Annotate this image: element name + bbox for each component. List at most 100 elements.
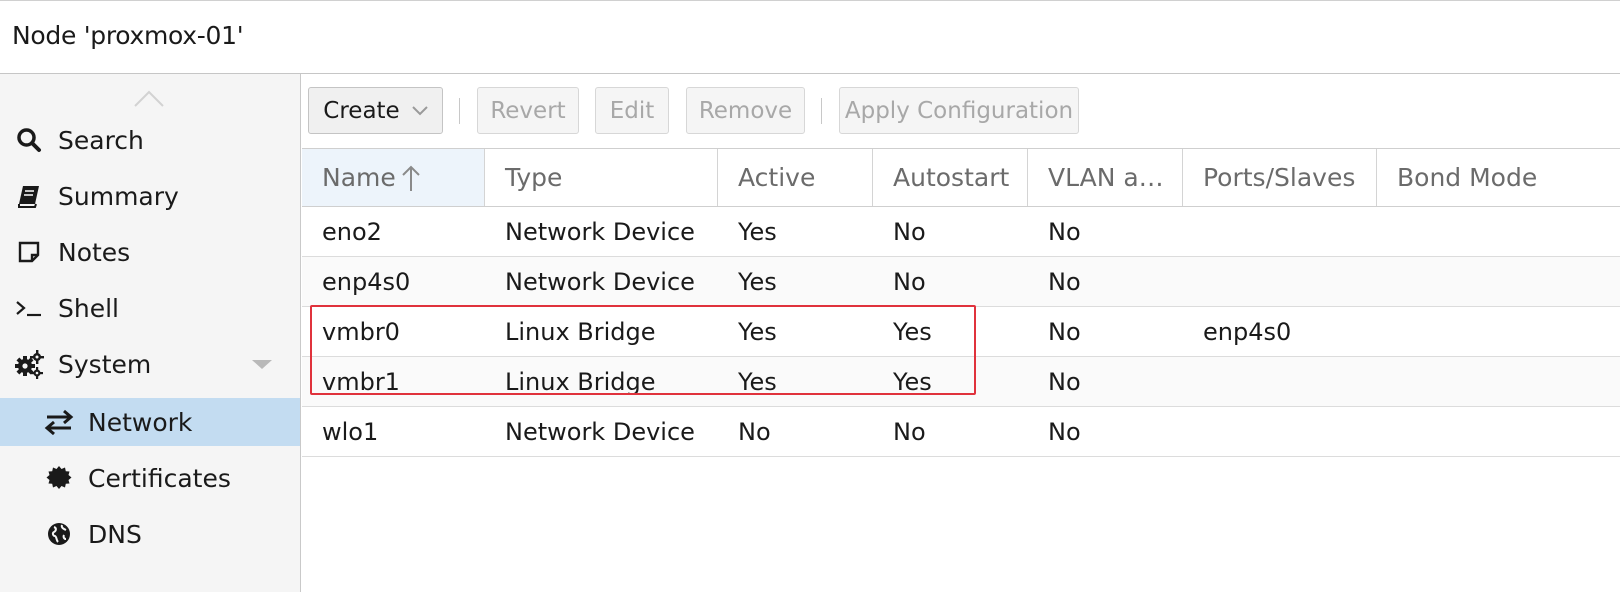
sidebar-item-label: Shell — [58, 293, 119, 323]
search-icon — [14, 125, 44, 155]
cell-active: Yes — [738, 367, 777, 396]
cell-vlan-aware: No — [1048, 317, 1081, 346]
node-title: Node 'proxmox-01' — [12, 21, 244, 50]
cell-ports-slaves — [1183, 357, 1203, 406]
column-header-bond-mode[interactable]: Bond Mode — [1377, 149, 1620, 206]
column-header-label: Type — [505, 163, 563, 192]
sidebar-item-label: Network — [88, 407, 193, 437]
cell-autostart: No — [893, 217, 926, 246]
sidebar-item-label: Certificates — [88, 463, 231, 493]
note-icon — [14, 237, 44, 267]
cell-autostart: Yes — [893, 367, 932, 396]
column-header-type[interactable]: Type — [485, 149, 718, 206]
cell-bond-mode — [1377, 407, 1397, 456]
cell-type: Linux Bridge — [505, 367, 656, 396]
cell-ports-slaves: enp4s0 — [1203, 317, 1292, 346]
toolbar-separator — [821, 98, 822, 124]
table-row[interactable]: enp4s0 Network Device Yes No No — [302, 257, 1620, 307]
cell-name: vmbr1 — [322, 367, 400, 396]
terminal-icon — [14, 293, 44, 323]
exchange-icon — [44, 407, 74, 437]
column-header-ports-slaves[interactable]: Ports/Slaves — [1183, 149, 1377, 206]
cell-ports-slaves — [1183, 407, 1203, 456]
column-header-label: Ports/Slaves — [1203, 163, 1356, 192]
column-header-label: Active — [738, 163, 816, 192]
cell-active: Yes — [738, 317, 777, 346]
toolbar: Create Revert Edit Remove Apply Configur… — [302, 74, 1620, 148]
column-header-active[interactable]: Active — [718, 149, 873, 206]
cell-autostart: No — [893, 267, 926, 296]
cell-name: wlo1 — [322, 417, 379, 446]
revert-button-label: Revert — [490, 97, 566, 124]
sidebar-item-label: Notes — [58, 237, 131, 267]
table-row[interactable]: vmbr0 Linux Bridge Yes Yes No enp4s0 — [302, 307, 1620, 357]
edit-button[interactable]: Edit — [595, 87, 669, 134]
scroll-up-chevron-icon[interactable] — [133, 88, 165, 108]
cell-vlan-aware: No — [1048, 217, 1081, 246]
sidebar-item-notes[interactable]: Notes — [0, 228, 300, 276]
edit-button-label: Edit — [609, 97, 655, 124]
table-row[interactable]: wlo1 Network Device No No No — [302, 407, 1620, 457]
column-header-label: Autostart — [893, 163, 1010, 192]
cell-type: Network Device — [505, 267, 695, 296]
column-header-label: Bond Mode — [1397, 163, 1538, 192]
cell-bond-mode — [1377, 207, 1397, 256]
sidebar-item-search[interactable]: Search — [0, 116, 300, 164]
sidebar-item-label: Search — [58, 125, 144, 155]
sidebar-item-label: DNS — [88, 519, 142, 549]
certificate-icon — [44, 463, 74, 493]
cell-active: No — [738, 417, 771, 446]
cell-autostart: Yes — [893, 317, 932, 346]
create-button-label: Create — [323, 97, 400, 124]
cell-vlan-aware: No — [1048, 367, 1081, 396]
column-header-autostart[interactable]: Autostart — [873, 149, 1028, 206]
cell-name: enp4s0 — [322, 267, 411, 296]
chevron-down-icon — [412, 105, 428, 115]
sidebar-item-system[interactable]: System — [0, 340, 300, 388]
cell-active: Yes — [738, 217, 777, 246]
cell-vlan-aware: No — [1048, 267, 1081, 296]
cell-ports-slaves — [1183, 207, 1203, 256]
cell-autostart: No — [893, 417, 926, 446]
globe-icon — [44, 519, 74, 549]
gears-icon — [14, 349, 44, 379]
sidebar-item-label: Summary — [58, 181, 179, 211]
remove-button-label: Remove — [698, 97, 793, 124]
remove-button[interactable]: Remove — [686, 87, 805, 134]
column-header-label: Name — [322, 163, 396, 192]
column-header-label: VLAN a… — [1048, 163, 1164, 192]
sidebar-item-shell[interactable]: Shell — [0, 284, 300, 332]
table-row[interactable]: vmbr1 Linux Bridge Yes Yes No — [302, 357, 1620, 407]
cell-ports-slaves — [1183, 257, 1203, 306]
table-row[interactable]: eno2 Network Device Yes No No — [302, 207, 1620, 257]
collapse-arrow-icon[interactable] — [252, 360, 272, 369]
cell-vlan-aware: No — [1048, 417, 1081, 446]
sidebar-item-label: System — [58, 349, 152, 379]
cell-name: eno2 — [322, 217, 382, 246]
cell-name: vmbr0 — [322, 317, 400, 346]
sidebar-item-dns[interactable]: DNS — [0, 510, 300, 558]
cell-active: Yes — [738, 267, 777, 296]
cell-bond-mode — [1377, 307, 1397, 356]
cell-type: Network Device — [505, 217, 695, 246]
book-icon — [14, 181, 44, 211]
sort-ascending-icon — [402, 165, 420, 191]
cell-type: Linux Bridge — [505, 317, 656, 346]
column-header-vlan-aware[interactable]: VLAN a… — [1028, 149, 1183, 206]
column-header-name[interactable]: Name — [302, 149, 485, 206]
network-panel: Create Revert Edit Remove Apply Configur… — [302, 74, 1620, 592]
cell-bond-mode — [1377, 257, 1397, 306]
grid-header: Name Type Active Autostart VLAN a… Ports… — [302, 148, 1620, 207]
create-button[interactable]: Create — [308, 87, 443, 134]
sidebar: Search Summary Notes Shell System Networ… — [0, 74, 301, 592]
cell-type: Network Device — [505, 417, 695, 446]
revert-button[interactable]: Revert — [477, 87, 579, 134]
apply-configuration-button[interactable]: Apply Configuration — [839, 87, 1079, 134]
sidebar-item-certificates[interactable]: Certificates — [0, 454, 300, 502]
sidebar-item-summary[interactable]: Summary — [0, 172, 300, 220]
node-header: Node 'proxmox-01' — [0, 0, 1620, 74]
toolbar-separator — [459, 98, 460, 124]
cell-bond-mode — [1377, 357, 1397, 406]
apply-configuration-button-label: Apply Configuration — [844, 97, 1074, 124]
sidebar-item-network[interactable]: Network — [0, 398, 300, 446]
